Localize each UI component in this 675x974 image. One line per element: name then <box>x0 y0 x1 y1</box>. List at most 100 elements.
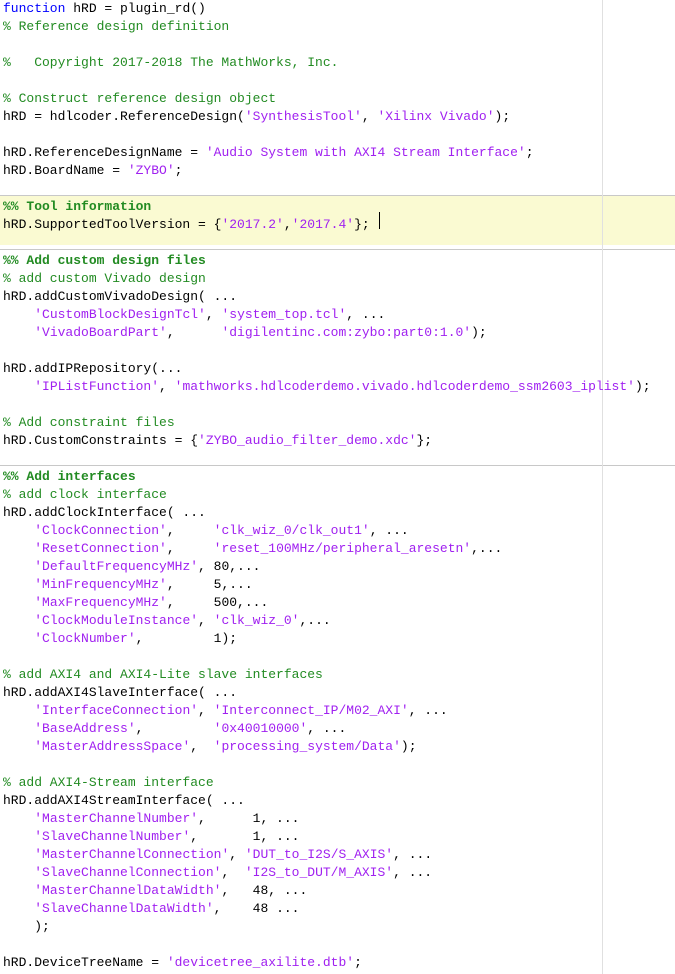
code-token: , <box>198 613 214 628</box>
code-token: ); <box>400 739 417 754</box>
code-token: , 1); <box>135 631 238 646</box>
code-line[interactable]: % Reference design definition <box>3 18 229 36</box>
code-token: hRD.CustomConstraints = { <box>3 433 199 448</box>
code-token: , ... <box>346 307 386 322</box>
code-line[interactable]: 'ClockNumber', 1); <box>3 630 237 648</box>
code-token: 'CustomBlockDesignTcl' <box>34 307 206 322</box>
code-token: ); <box>3 919 50 934</box>
code-token: 'MasterChannelNumber' <box>34 811 199 826</box>
code-token: ); <box>634 379 651 394</box>
code-line[interactable]: 'SlaveChannelDataWidth', 48 ... <box>3 900 299 918</box>
code-token: 'mathworks.hdlcoderdemo.vivado.hdlcoderd… <box>174 379 635 394</box>
code-token: '0x40010000' <box>213 721 308 736</box>
code-line[interactable]: 'MinFrequencyMHz', 5,... <box>3 576 252 594</box>
code-line[interactable]: 'MasterChannelConnection', 'DUT_to_I2S/S… <box>3 846 432 864</box>
code-token: , 80,... <box>198 559 261 574</box>
code-line[interactable]: 'SlaveChannelNumber', 1, ... <box>3 828 299 846</box>
code-line[interactable]: 'InterfaceConnection', 'Interconnect_IP/… <box>3 702 448 720</box>
code-line[interactable]: 'ClockConnection', 'clk_wiz_0/clk_out1',… <box>3 522 408 540</box>
code-token: , <box>283 217 292 232</box>
code-line[interactable]: % Construct reference design object <box>3 90 276 108</box>
code-token: , <box>198 703 214 718</box>
code-line[interactable]: %% Add custom design files <box>3 252 206 270</box>
cell-divider <box>0 465 675 466</box>
code-token: , <box>166 541 214 556</box>
code-token: 'MasterChannelConnection' <box>34 847 230 862</box>
code-token: hRD.addAXI4StreamInterface( ... <box>3 793 245 808</box>
code-token: 'InterfaceConnection' <box>34 703 199 718</box>
code-line[interactable]: ); <box>3 918 50 936</box>
code-line[interactable]: % add AXI4-Stream interface <box>3 774 214 792</box>
code-token: %% Add interfaces <box>3 469 136 484</box>
code-editor[interactable]: function hRD = plugin_rd()% Reference de… <box>0 0 675 974</box>
code-line[interactable]: hRD.BoardName = 'ZYBO'; <box>3 162 182 180</box>
code-line[interactable]: 'ResetConnection', 'reset_100MHz/periphe… <box>3 540 502 558</box>
code-line[interactable]: hRD.addIPRepository(... <box>3 360 182 378</box>
code-line[interactable]: hRD.CustomConstraints = {'ZYBO_audio_fil… <box>3 432 432 450</box>
code-token: 'ClockConnection' <box>34 523 167 538</box>
code-line[interactable]: hRD = hdlcoder.ReferenceDesign('Synthesi… <box>3 108 510 126</box>
code-line[interactable]: hRD.DeviceTreeName = 'devicetree_axilite… <box>3 954 362 972</box>
code-token: hRD.SupportedToolVersion = { <box>3 217 222 232</box>
code-line[interactable]: 'DefaultFrequencyMHz', 80,... <box>3 558 260 576</box>
code-token: , <box>361 109 378 124</box>
code-token: ; <box>525 145 534 160</box>
code-line[interactable]: hRD.ReferenceDesignName = 'Audio System … <box>3 144 534 162</box>
code-line[interactable]: 'SlaveChannelConnection', 'I2S_to_DUT/M_… <box>3 864 432 882</box>
code-token: 'SlaveChannelConnection' <box>34 865 222 880</box>
code-line[interactable]: 'MaxFrequencyMHz', 500,... <box>3 594 268 612</box>
right-text-limit-line <box>602 0 603 974</box>
code-line[interactable]: hRD.addClockInterface( ... <box>3 504 206 522</box>
code-token: 'BaseAddress' <box>34 721 136 736</box>
code-token: '2017.4' <box>291 217 355 232</box>
code-line[interactable]: 'VivadoBoardPart', 'digilentinc.com:zybo… <box>3 324 486 342</box>
code-token: 'IPListFunction' <box>34 379 160 394</box>
code-line[interactable]: %% Tool information <box>3 198 151 216</box>
code-token: ); <box>494 109 511 124</box>
code-line[interactable]: 'MasterAddressSpace', 'processing_system… <box>3 738 417 756</box>
code-line[interactable]: 'ClockModuleInstance', 'clk_wiz_0',... <box>3 612 330 630</box>
code-line[interactable]: %% Add interfaces <box>3 468 136 486</box>
code-token: }; <box>354 217 370 232</box>
code-line[interactable]: hRD.addAXI4SlaveInterface( ... <box>3 684 237 702</box>
code-token: , <box>166 523 214 538</box>
code-token: , ... <box>393 865 433 880</box>
code-token: 'DUT_to_I2S/S_AXIS' <box>244 847 394 862</box>
code-line[interactable]: hRD.addAXI4StreamInterface( ... <box>3 792 245 810</box>
code-line[interactable]: 'CustomBlockDesignTcl', 'system_top.tcl'… <box>3 306 385 324</box>
code-line[interactable]: function hRD = plugin_rd() <box>3 0 206 18</box>
code-token: hRD.BoardName = <box>3 163 128 178</box>
code-line[interactable]: % Add constraint files <box>3 414 175 432</box>
code-line[interactable]: 'BaseAddress', '0x40010000', ... <box>3 720 346 738</box>
code-token: hRD.addClockInterface( ... <box>3 505 206 520</box>
code-line[interactable]: 'IPListFunction', 'mathworks.hdlcoderdem… <box>3 378 651 396</box>
code-token: % add AXI4-Stream interface <box>3 775 214 790</box>
code-line[interactable]: % add AXI4 and AXI4-Lite slave interface… <box>3 666 323 684</box>
code-token: function <box>3 1 66 16</box>
code-token: % Copyright 2017-2018 The MathWorks, Inc… <box>3 55 339 70</box>
code-line[interactable]: % Copyright 2017-2018 The MathWorks, Inc… <box>3 54 338 72</box>
code-token: 'ZYBO' <box>127 163 175 178</box>
code-line[interactable]: 'MasterChannelDataWidth', 48, ... <box>3 882 307 900</box>
code-line[interactable]: 'MasterChannelNumber', 1, ... <box>3 810 299 828</box>
code-line[interactable]: % add custom Vivado design <box>3 270 206 288</box>
code-line[interactable]: % add clock interface <box>3 486 167 504</box>
code-token: ; <box>174 163 183 178</box>
cell-divider <box>0 249 675 250</box>
code-token: , ... <box>307 721 347 736</box>
code-token: '2017.2' <box>221 217 284 232</box>
code-token: 'reset_100MHz/peripheral_aresetn' <box>213 541 472 556</box>
code-token: hRD.ReferenceDesignName = <box>3 145 206 160</box>
code-line[interactable]: hRD.SupportedToolVersion = {'2017.2','20… <box>3 216 370 234</box>
code-token: , 48 ... <box>213 901 300 916</box>
code-line[interactable]: hRD.addCustomVivadoDesign( ... <box>3 288 237 306</box>
